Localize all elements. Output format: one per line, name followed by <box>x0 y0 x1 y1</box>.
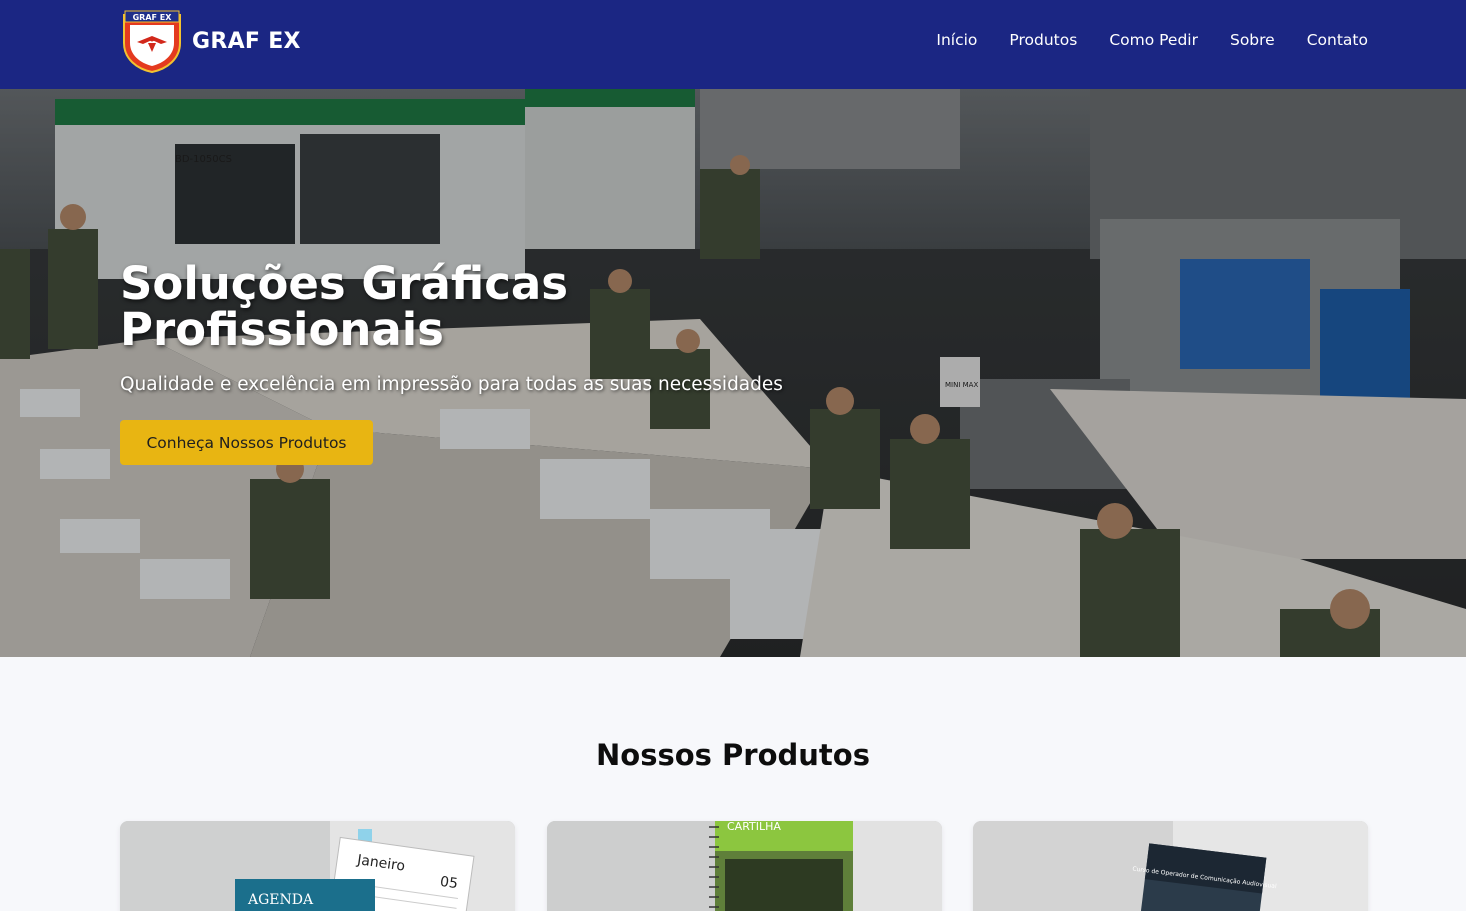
nav-link-como-pedir[interactable]: Como Pedir <box>1109 31 1198 49</box>
nav-link-sobre[interactable]: Sobre <box>1230 31 1275 49</box>
brand[interactable]: GRAF EX GRAF EX <box>121 9 301 73</box>
svg-text:AGENDA: AGENDA <box>247 892 314 908</box>
view-products-button[interactable]: Conheça Nossos Produtos <box>120 420 373 465</box>
graf-ex-logo: GRAF EX <box>123 10 181 73</box>
agenda-product-image: Janeiro 05 AGENDA <box>120 821 515 911</box>
navbar: GRAF EX GRAF EX Início Produtos Como Ped… <box>0 0 1466 89</box>
product-card-cartilha[interactable]: CARTILHA <box>547 821 942 911</box>
apostila-product-image: Curso de Operador de Comunicação Audiovi… <box>973 821 1368 911</box>
main-nav: Início Produtos Como Pedir Sobre Contato <box>904 31 1368 49</box>
nav-link-produtos[interactable]: Produtos <box>1009 31 1077 49</box>
svg-text:CARTILHA: CARTILHA <box>727 821 781 833</box>
svg-text:05: 05 <box>439 874 459 892</box>
brand-name: GRAF EX <box>192 28 301 54</box>
nav-link-inicio[interactable]: Início <box>936 31 977 49</box>
product-card-apostila[interactable]: Curso de Operador de Comunicação Audiovi… <box>973 821 1368 911</box>
nav-link-contato[interactable]: Contato <box>1307 31 1368 49</box>
svg-text:GRAF EX: GRAF EX <box>133 13 173 22</box>
hero-title: Soluções Gráficas Profissionais <box>120 257 569 356</box>
hero-section: BD-1050CS MINI MAX Soluções Gráficas Pro… <box>0 89 1466 657</box>
product-card-agenda[interactable]: Janeiro 05 AGENDA <box>120 821 515 911</box>
hero-overlay <box>0 89 1466 657</box>
cartilha-product-image: CARTILHA <box>547 821 942 911</box>
products-section-title: Nossos Produtos <box>596 738 870 772</box>
hero-subtitle: Qualidade e excelência em impressão para… <box>120 374 783 395</box>
